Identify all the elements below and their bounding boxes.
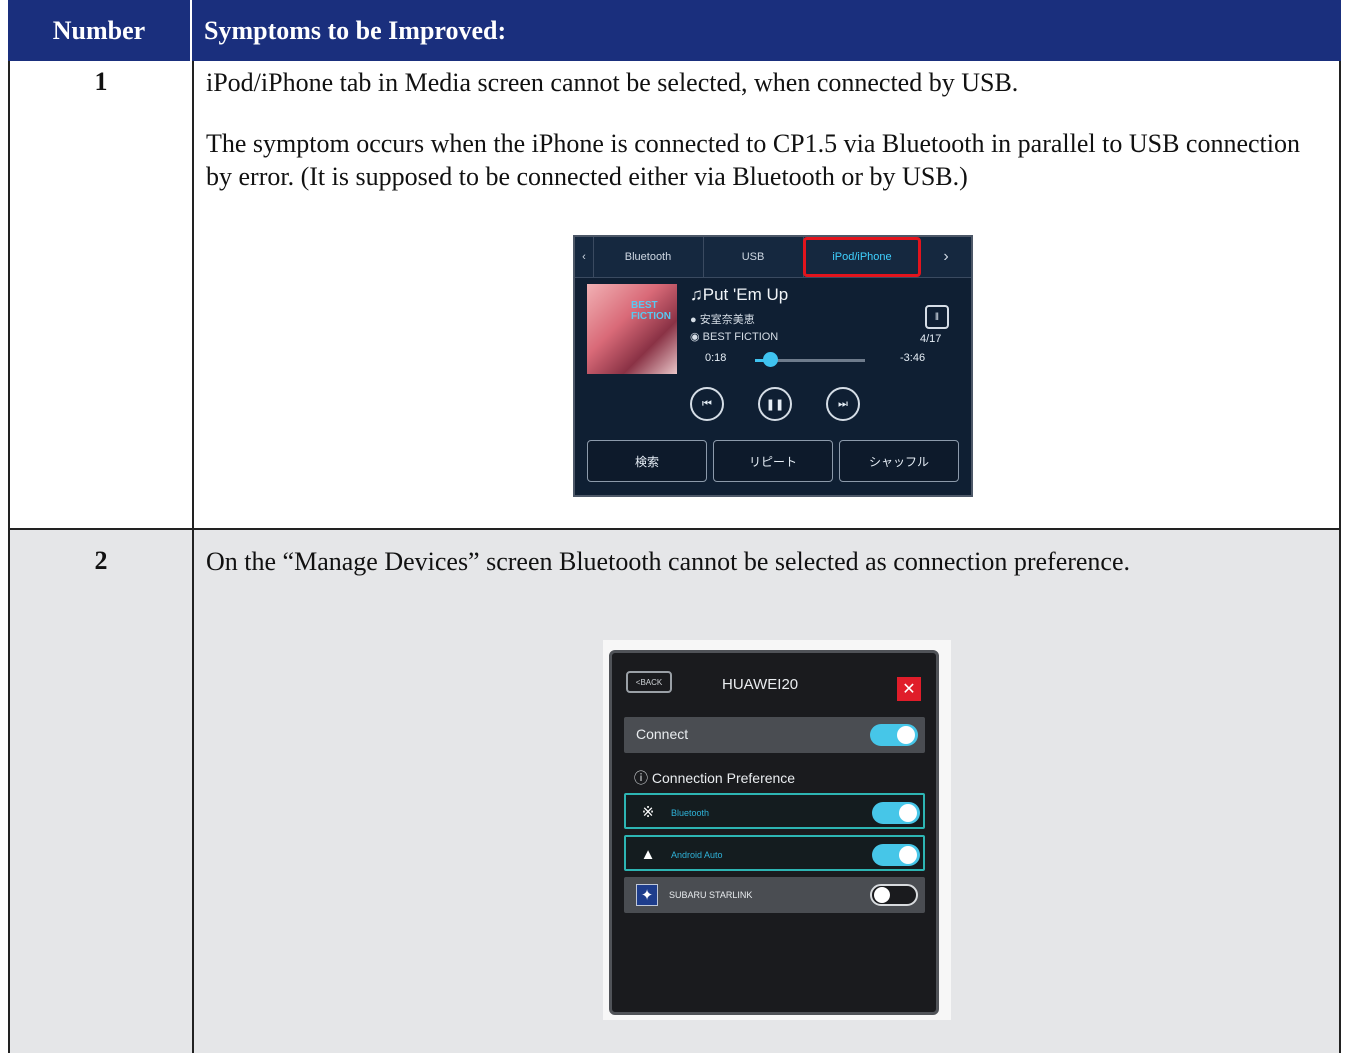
chevron-right-icon[interactable]: › [921,237,971,277]
starlink-icon: ✦ [636,884,658,906]
connection-preference-header: ⓘ Connection Preference [634,770,796,786]
header-number: Number [52,15,146,45]
tab-usb[interactable]: USB [703,237,804,277]
manage-devices-panel: < BACK HUAWEI20 ✕ Connect ⓘ Connection Pr… [609,650,939,1015]
track-count: 4/17 [920,333,942,345]
header-divider [190,0,192,61]
previous-track-icon[interactable]: ⏮ [690,387,724,421]
next-track-icon[interactable]: ⏭ [826,387,860,421]
tab-bluetooth[interactable]: Bluetooth [593,237,704,277]
option-starlink-label: SUBARU STARLINK [669,890,753,900]
time-elapsed: 0:18 [705,352,727,364]
option-android-auto-label: Android Auto [671,850,723,860]
back-button[interactable]: < BACK [626,671,672,693]
back-label: BACK [640,677,663,687]
chevron-left-icon: ‹ [575,237,594,277]
album-art-label: BEST FICTION [631,300,671,322]
table-header: Number Symptoms to be Improved: [8,0,1341,61]
row-number: 2 [94,546,108,575]
option-android-auto[interactable]: ▲ Android Auto [624,835,925,871]
column-divider [192,530,194,1053]
equalizer-icon[interactable]: ‖ [925,305,949,329]
close-icon[interactable]: ✕ [897,677,921,701]
artist-name-text: 安室奈美恵 [699,314,755,326]
column-divider [192,61,194,528]
connect-toggle[interactable] [870,724,918,746]
repeat-button[interactable]: リピート [713,440,833,482]
option-starlink[interactable]: ✦ SUBARU STARLINK [624,877,925,913]
device-name: HUAWEI20 [722,676,799,693]
time-remaining: -3:46 [900,352,926,364]
pause-icon[interactable]: ❚❚ [758,387,792,421]
album-name-text: BEST FICTION [702,331,779,343]
header-symptoms: Symptoms to be Improved: [204,15,507,45]
media-tab-bar: ‹ Bluetooth USB iPod/iPhone › [575,237,971,278]
media-screen-screenshot: ‹ Bluetooth USB iPod/iPhone › BEST FICTI… [573,235,973,497]
bluetooth-toggle[interactable] [872,802,920,824]
album-art: BEST FICTION [587,284,677,374]
option-bluetooth[interactable]: ※ Bluetooth [624,793,925,829]
android-auto-toggle[interactable] [872,844,920,866]
android-auto-icon: ▲ [640,845,656,863]
row-symptom-text: On the “Manage Devices” screen Bluetooth… [206,547,1131,576]
option-bluetooth-label: Bluetooth [671,808,710,818]
song-title: ♫Put 'Em Up [690,285,789,304]
progress-knob[interactable] [763,352,778,367]
row-symptom-text: iPod/iPhone tab in Media screen cannot b… [206,68,1019,97]
symptoms-table: Number Symptoms to be Improved: 1 iPod/i… [8,0,1341,1053]
tab-ipod-iphone[interactable]: iPod/iPhone [803,237,921,277]
row-number: 1 [94,67,108,96]
row-symptom-detail: The symptom occurs when the iPhone is co… [206,129,1300,191]
shuffle-button[interactable]: シャッフル [839,440,959,482]
bluetooth-icon: ※ [641,804,655,821]
person-icon: ● [690,314,697,326]
connect-label: Connect [636,726,689,742]
connect-row[interactable]: Connect [624,717,925,753]
search-button[interactable]: 検索 [587,440,707,482]
artist-name: ● 安室奈美恵 [690,311,755,327]
starlink-toggle[interactable] [870,884,918,906]
album-name: ◉ BEST FICTION [690,330,778,343]
manage-devices-screenshot: < BACK HUAWEI20 ✕ Connect ⓘ Connection Pr… [603,640,951,1020]
disc-icon: ◉ [690,331,700,343]
